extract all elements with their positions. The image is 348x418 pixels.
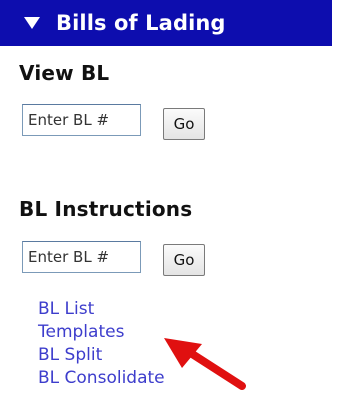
- header-title: Bills of Lading: [56, 11, 226, 35]
- view-bl-title: View BL: [19, 61, 110, 85]
- bl-consolidate-link[interactable]: BL Consolidate: [38, 368, 165, 388]
- list-item: BL Consolidate: [38, 367, 165, 390]
- bl-instructions-title: BL Instructions: [19, 197, 193, 221]
- bl-instructions-input[interactable]: [22, 241, 141, 273]
- templates-link[interactable]: Templates: [38, 322, 124, 342]
- list-item: BL Split: [38, 344, 165, 367]
- bl-links-list: BL List Templates BL Split BL Consolidat…: [38, 298, 165, 390]
- red-arrow-icon: [164, 338, 246, 390]
- bl-instructions-go-button[interactable]: Go: [163, 244, 205, 276]
- view-bl-input[interactable]: [22, 104, 141, 136]
- bl-split-link[interactable]: BL Split: [38, 345, 102, 365]
- list-item: Templates: [38, 321, 165, 344]
- bills-of-lading-header[interactable]: Bills of Lading: [0, 0, 332, 46]
- view-bl-go-button[interactable]: Go: [163, 108, 205, 140]
- list-item: BL List: [38, 298, 165, 321]
- triangle-down-icon[interactable]: [24, 17, 40, 29]
- bl-list-link[interactable]: BL List: [38, 299, 94, 319]
